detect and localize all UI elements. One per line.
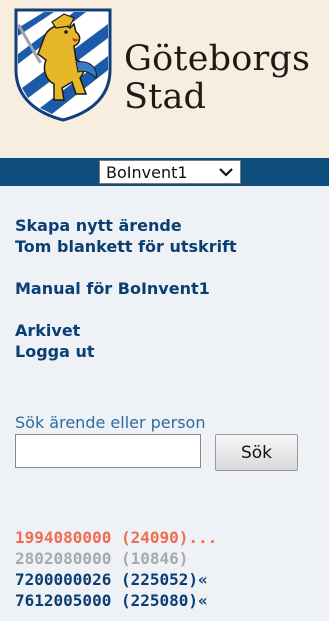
system-select-value: BoInvent1: [106, 162, 188, 182]
blank-form-link[interactable]: Tom blankett för utskrift: [15, 236, 237, 257]
case-link[interactable]: 7612005000 (225080)«: [15, 590, 217, 611]
goteborg-coat-of-arms-logo: [14, 8, 112, 122]
search-button[interactable]: Sök: [215, 434, 298, 471]
brand-name: Göteborgs Stad: [124, 40, 310, 116]
search-input[interactable]: [15, 434, 201, 468]
archive-link[interactable]: Arkivet: [15, 320, 237, 341]
case-link[interactable]: 1994080000 (24090)...: [15, 527, 217, 548]
search-label: Sök ärende eller person: [15, 413, 206, 432]
main-menu: Skapa nytt ärende Tom blankett för utskr…: [15, 215, 237, 362]
logout-link[interactable]: Logga ut: [15, 341, 237, 362]
recent-cases-list: 1994080000 (24090)... 2802080000 (10846)…: [15, 527, 217, 611]
header: Göteborgs Stad: [0, 0, 329, 158]
system-select[interactable]: BoInvent1: [99, 160, 241, 184]
case-link[interactable]: 7200000026 (225052)«: [15, 569, 217, 590]
case-link[interactable]: 2802080000 (10846): [15, 548, 217, 569]
brand-line-2: Stad: [124, 77, 207, 117]
manual-link[interactable]: Manual för BoInvent1: [15, 278, 237, 299]
create-case-link[interactable]: Skapa nytt ärende: [15, 215, 237, 236]
brand-line-1: Göteborgs: [124, 39, 311, 79]
chevron-down-icon: [219, 168, 233, 177]
